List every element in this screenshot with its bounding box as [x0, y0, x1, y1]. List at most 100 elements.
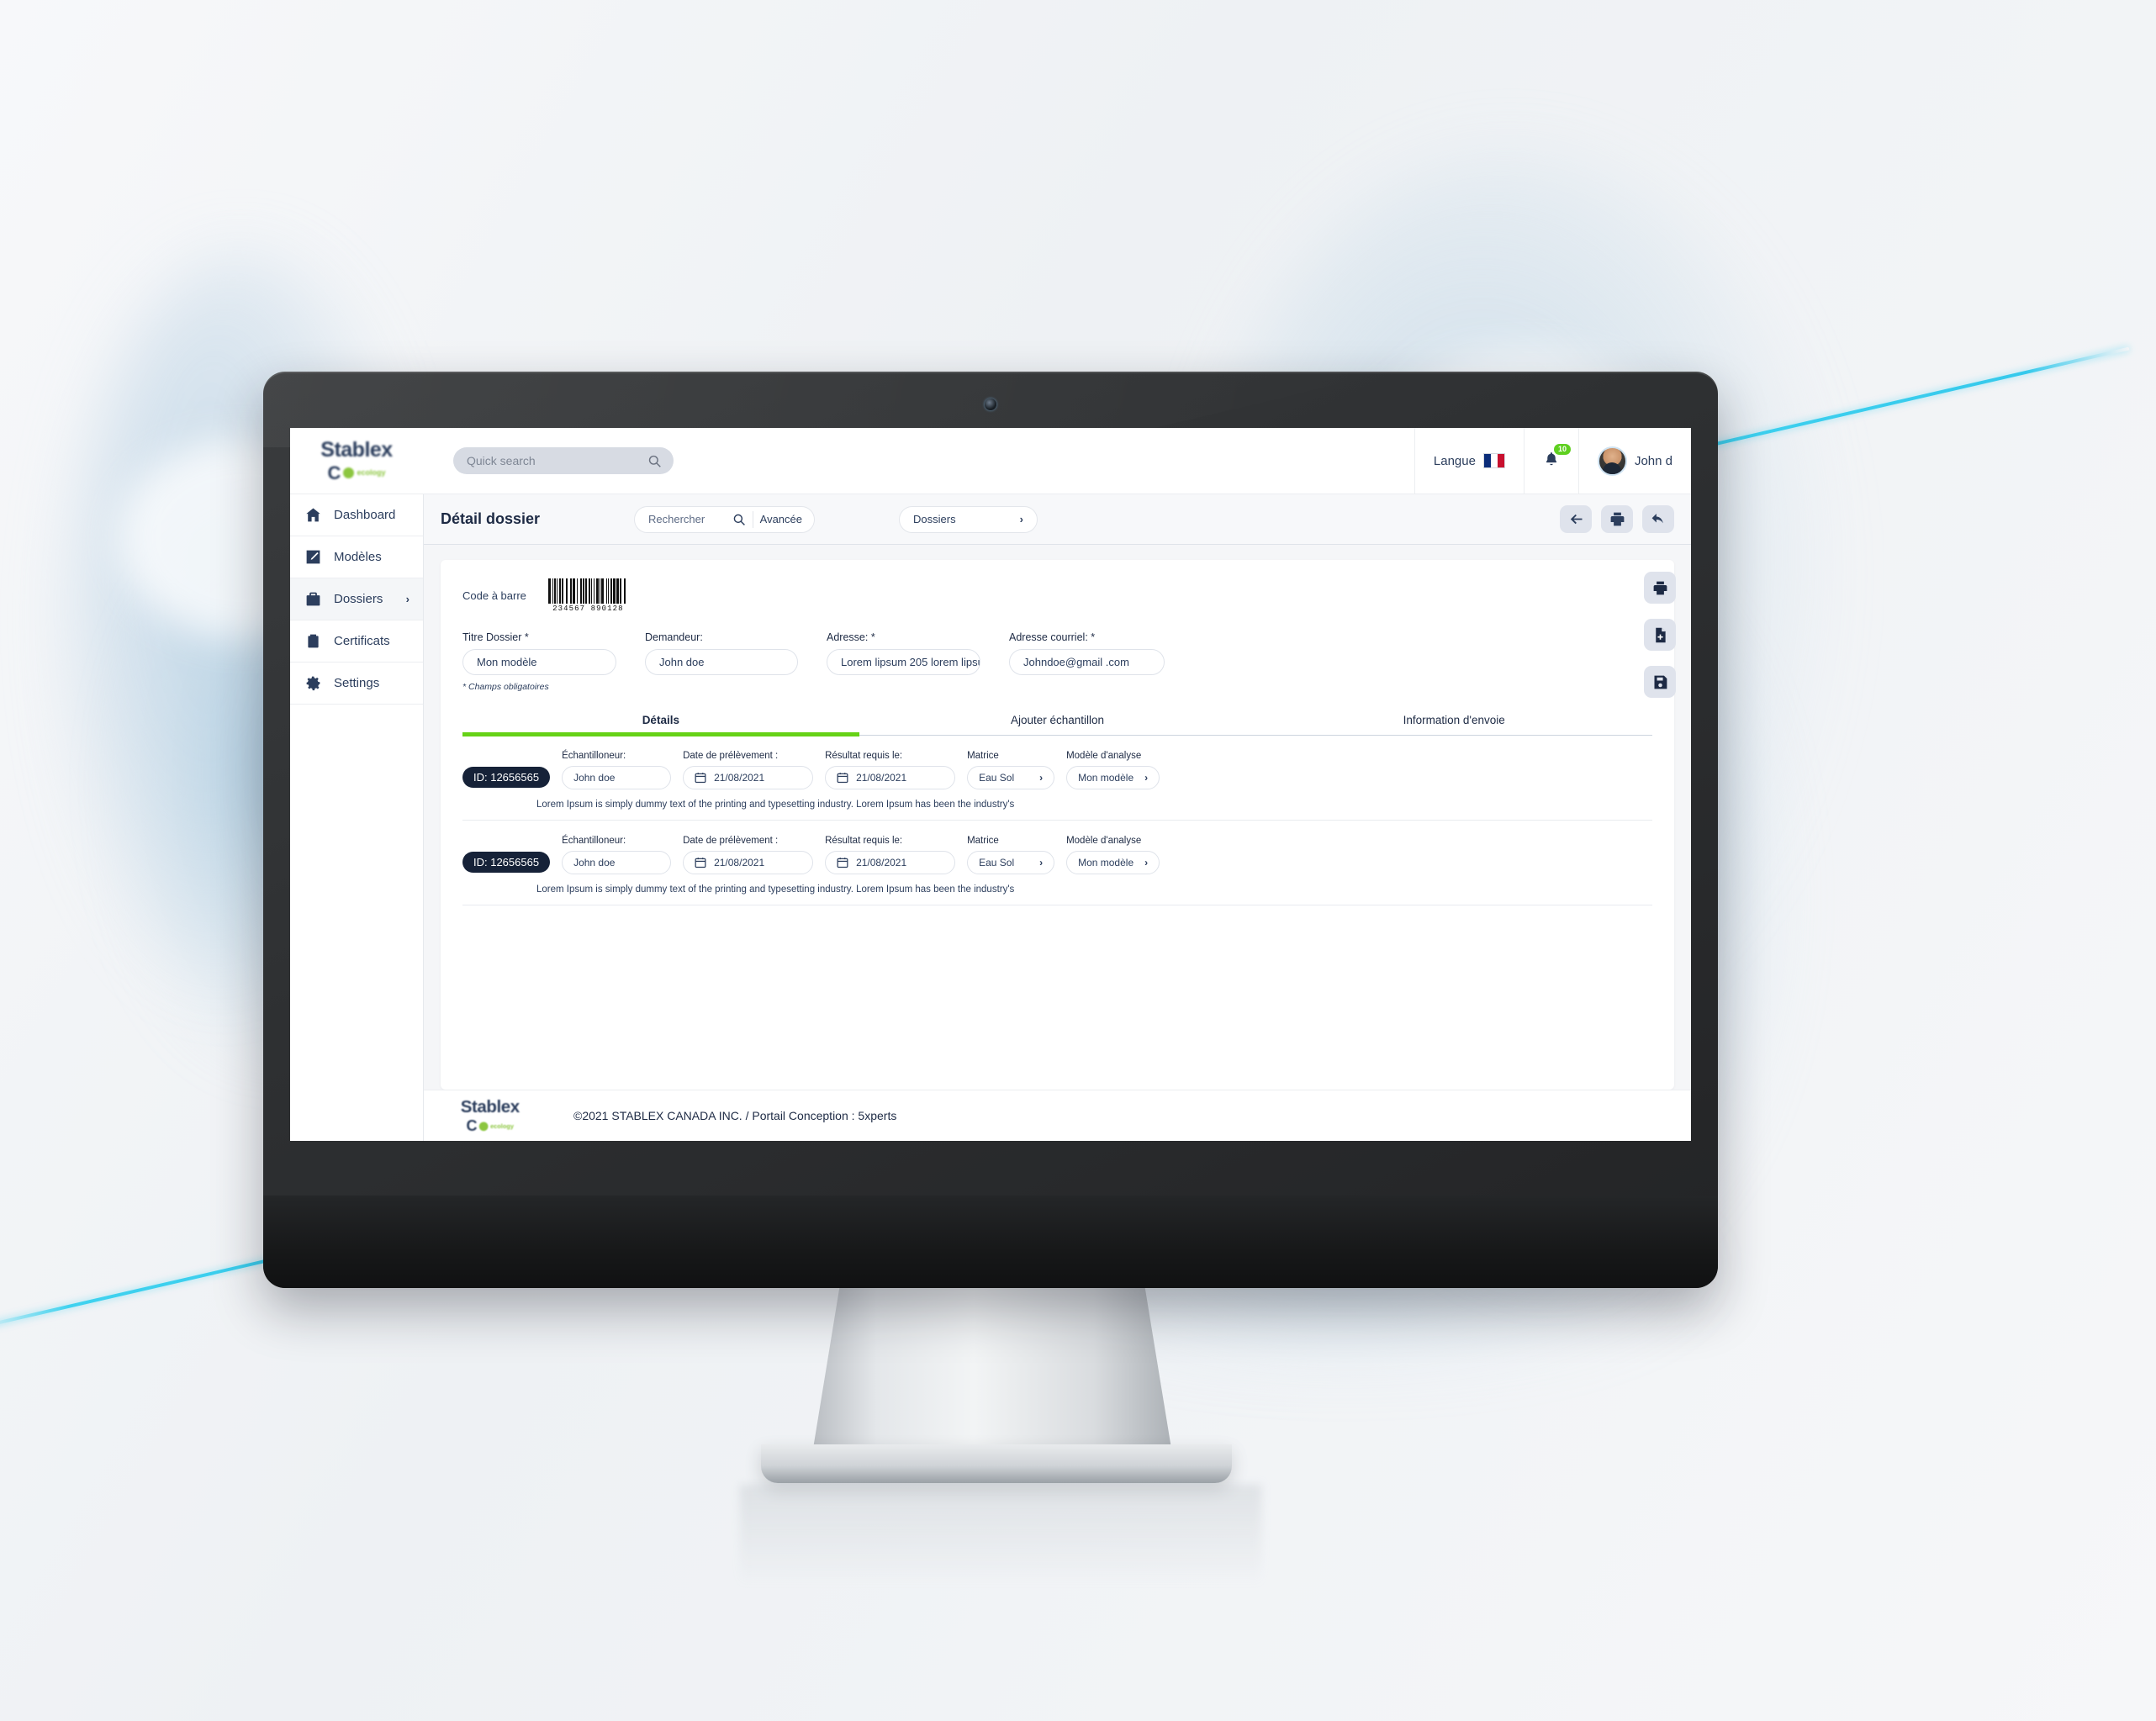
field-label: Matrice — [967, 751, 999, 761]
value-text: John doe — [573, 857, 616, 868]
value-text: 21/08/2021 — [714, 772, 765, 784]
value-text: 21/08/2021 — [856, 857, 907, 868]
tab-ajouter-echantillon[interactable]: Ajouter échantillon — [859, 714, 1256, 735]
main-area: Détail dossier Avancée Dossiers › — [424, 494, 1691, 1141]
search-input[interactable] — [647, 512, 732, 526]
echantilloneur-input[interactable]: John doe — [562, 851, 672, 874]
footer-logo: Stablex C ecology — [424, 1095, 557, 1138]
top-bar: Stablex C ecology Quick search Langue 10… — [290, 428, 1691, 494]
monitor: Stablex C ecology Quick search Langue 10… — [263, 372, 1718, 1288]
footer-logo-wordmark: Stablex — [460, 1096, 521, 1117]
titre-dossier-input[interactable]: Mon modèle — [462, 649, 616, 675]
field-modele-analyse: Modèle d'analyse Mon modèle › — [1066, 751, 1160, 789]
logo-c-mark: C — [327, 462, 341, 483]
sidebar-label-certificats: Certificats — [334, 634, 390, 648]
field-label: Échantilloneur: — [562, 751, 626, 761]
sidebar-item-certificats[interactable]: Certificats — [290, 620, 423, 663]
field-label: Matrice — [967, 836, 999, 846]
calendar-icon — [837, 772, 848, 784]
barcode-digits: 234567 890128 — [552, 604, 624, 613]
footer-logo-c-mark: C — [466, 1117, 478, 1134]
value-text: 21/08/2021 — [856, 772, 907, 784]
adresse-input[interactable]: Lorem lipsum 205 lorem lipsum Québec — [827, 649, 980, 675]
field-label: Demandeur: — [645, 631, 703, 643]
footer-logo-dot-icon — [479, 1121, 489, 1131]
avatar — [1597, 446, 1627, 476]
print-action-button[interactable] — [1644, 572, 1676, 604]
detail-card: Code à barre 234567 890128 Titre Dossier… — [441, 560, 1676, 1090]
resultat-requis-input[interactable]: 21/08/2021 — [825, 851, 956, 874]
page-title: Détail dossier — [441, 510, 541, 527]
field-matrice: Matrice Eau Sol › — [967, 836, 1055, 874]
toolbar-buttons — [1560, 505, 1674, 533]
edit-icon — [304, 548, 322, 567]
copyright-text: ©2021 STABLEX CANADA INC. / Portail Conc… — [573, 1109, 897, 1122]
field-label: Adresse: * — [827, 631, 875, 643]
resultat-requis-input[interactable]: 21/08/2021 — [825, 766, 956, 789]
logo-wordmark: Stablex — [320, 437, 393, 462]
status-badge: ID: 12656565 — [462, 852, 551, 873]
sample-row: ID: 12656565 Échantilloneur: John doe Da… — [462, 821, 1652, 905]
header-form: Titre Dossier * Mon modèle Demandeur: Jo… — [462, 631, 1652, 675]
dossier-select-value: Dossiers — [913, 513, 956, 525]
sidebar-item-settings[interactable]: Settings — [290, 663, 423, 705]
modele-analyse-select[interactable]: Mon modèle › — [1066, 851, 1160, 874]
quick-search-box[interactable] — [453, 447, 674, 474]
sidebar-item-modeles[interactable]: Modèles — [290, 536, 423, 578]
mandatory-note: * Champs obligatoires — [462, 682, 549, 692]
search-box[interactable]: Avancée — [634, 505, 815, 533]
app-body: Dashboard Modèles Dossiers › Certificats… — [290, 494, 1691, 1141]
save-button[interactable] — [1644, 666, 1676, 698]
advanced-search-link[interactable]: Avancée — [760, 513, 811, 525]
print-button[interactable] — [1601, 505, 1633, 533]
value-text: Eau Sol — [979, 857, 1015, 868]
printer-icon — [1653, 581, 1667, 594]
monitor-stand-base — [761, 1444, 1232, 1483]
tab-information-envoie[interactable]: Information d'envoie — [1255, 714, 1652, 735]
content-canvas: Code à barre 234567 890128 Titre Dossier… — [424, 545, 1691, 1090]
echantilloneur-input[interactable]: John doe — [562, 766, 672, 789]
side-action-buttons — [1644, 572, 1676, 698]
field-matrice: Matrice Eau Sol › — [967, 751, 1055, 789]
date-prelevement-input[interactable]: 21/08/2021 — [683, 766, 814, 789]
field-adresse-courriel: Adresse courriel: * Johndoe@gmail .com — [1009, 631, 1165, 675]
french-flag-icon — [1482, 453, 1505, 468]
field-modele-analyse: Modèle d'analyse Mon modèle › — [1066, 836, 1160, 874]
date-prelevement-input[interactable]: 21/08/2021 — [683, 851, 814, 874]
reply-button[interactable] — [1642, 505, 1674, 533]
language-label: Langue — [1433, 453, 1476, 468]
language-switcher[interactable]: Langue — [1414, 428, 1524, 494]
modele-analyse-select[interactable]: Mon modèle › — [1066, 766, 1160, 789]
adresse-courriel-input[interactable]: Johndoe@gmail .com — [1009, 649, 1165, 675]
user-menu[interactable]: John d — [1577, 428, 1691, 494]
back-button[interactable] — [1560, 505, 1592, 533]
sidebar-item-dashboard[interactable]: Dashboard — [290, 494, 423, 536]
sub-header: Détail dossier Avancée Dossiers › — [424, 494, 1691, 545]
quick-search-input[interactable] — [465, 453, 647, 468]
field-titre-dossier: Titre Dossier * Mon modèle — [462, 631, 616, 675]
arrow-left-icon — [1570, 514, 1582, 525]
clipboard-icon — [304, 632, 322, 651]
search-icon[interactable] — [732, 513, 746, 526]
field-label: Modèle d'analyse — [1066, 836, 1142, 846]
add-document-button[interactable] — [1644, 619, 1676, 651]
sidebar-label-settings: Settings — [334, 676, 380, 690]
tab-details[interactable]: Détails — [462, 714, 859, 736]
notifications-button[interactable]: 10 — [1523, 428, 1578, 494]
matrice-select[interactable]: Eau Sol › — [967, 851, 1055, 874]
matrice-select[interactable]: Eau Sol › — [967, 766, 1055, 789]
dossier-select[interactable]: Dossiers › — [899, 505, 1038, 533]
brand-logo[interactable]: Stablex C ecology — [290, 437, 423, 483]
value-text: Mon modèle — [1078, 857, 1134, 868]
demandeur-input[interactable]: John doe — [645, 649, 798, 675]
field-label: Résultat requis le: — [825, 751, 903, 761]
monitor-stand-neck — [811, 1282, 1173, 1459]
sample-description: Lorem Ipsum is simply dummy text of the … — [536, 884, 1015, 895]
field-label: Résultat requis le: — [825, 836, 903, 846]
reply-arrow-icon — [1651, 513, 1663, 524]
field-label: Date de prélèvement : — [683, 751, 779, 761]
home-icon — [304, 506, 322, 525]
sidebar-item-dossiers[interactable]: Dossiers › — [290, 578, 423, 620]
logo-tagline: ecology — [357, 468, 386, 477]
chevron-right-icon: › — [1039, 772, 1044, 784]
